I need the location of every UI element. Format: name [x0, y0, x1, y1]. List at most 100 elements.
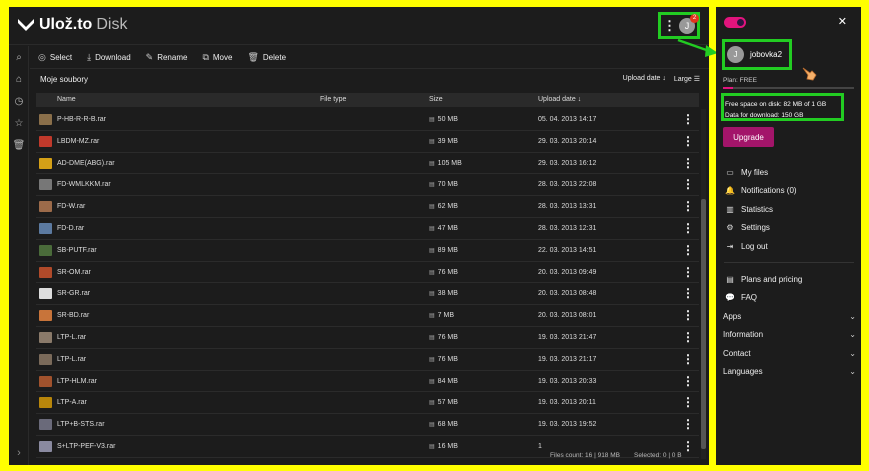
- username: jobovka2: [750, 50, 783, 59]
- file-size-value: 76 MB: [437, 355, 458, 363]
- more-vertical-icon[interactable]: ⋮: [682, 395, 694, 409]
- menu-settings[interactable]: ⚙ Settings: [725, 219, 855, 238]
- column-upload-date[interactable]: Upload date ↓: [538, 96, 581, 103]
- table-row[interactable]: P-HB-R-R-B.rar ▤ 50 MB 05. 04. 2013 14:17 ⋮: [36, 109, 699, 131]
- file-icon: ▤: [429, 291, 435, 298]
- file-icon: ▤: [429, 117, 435, 123]
- table-row[interactable]: LTP-L.rar ▤ 76 MB 19. 03. 2013 21:17 ⋮: [36, 349, 699, 371]
- menu-notifications[interactable]: 🔔 Notifications (0): [725, 182, 855, 201]
- scrollbar-thumb[interactable]: [701, 199, 706, 449]
- file-icon: ▤: [429, 247, 435, 254]
- table-row[interactable]: SR-GR.rar ▤ 38 MB 20. 03. 2013 08:48 ⋮: [36, 283, 699, 306]
- file-size: ▤ 76 MB: [429, 356, 458, 363]
- upload-date: 20. 03. 2013 08:48: [538, 290, 597, 298]
- more-vertical-icon[interactable]: ⋮: [682, 439, 694, 453]
- move-button[interactable]: ⧉ Move: [202, 52, 232, 63]
- more-vertical-icon[interactable]: ⋮: [682, 243, 694, 257]
- file-thumbnail: [39, 419, 52, 431]
- table-row[interactable]: LTP-HLM.rar ▤ 84 MB 19. 03. 2013 20:33 ⋮: [36, 371, 699, 393]
- accordion-apps[interactable]: Apps ⌄: [723, 307, 856, 326]
- menu-plans-pricing[interactable]: ▤ Plans and pricing: [725, 270, 855, 289]
- file-name: LTP-L.rar: [57, 333, 87, 341]
- file-size: ▤ 38 MB: [429, 290, 458, 297]
- account-menu-button[interactable]: ⋮ J 2: [658, 12, 700, 39]
- logo[interactable]: Ulož.to Disk: [17, 16, 127, 34]
- file-name: FD-WMLKKM.rar: [57, 181, 111, 189]
- column-size[interactable]: Size: [429, 96, 443, 103]
- more-vertical-icon[interactable]: ⋮: [682, 156, 694, 170]
- accordion-information[interactable]: Information ⌄: [723, 326, 856, 345]
- more-vertical-icon[interactable]: ⋮: [682, 352, 694, 366]
- download-button[interactable]: ⤓ Download: [87, 52, 131, 63]
- delete-button[interactable]: 🗑 Delete: [247, 52, 286, 63]
- file-icon: ▤: [429, 269, 435, 276]
- menu-statistics[interactable]: ▥ Statistics: [725, 200, 855, 219]
- upgrade-button[interactable]: Upgrade: [723, 127, 774, 147]
- table-row[interactable]: AD-DME(ABG).rar ▤ 105 MB 29. 03. 2013 16:12…: [36, 153, 699, 175]
- table-row[interactable]: SR-BD.rar ▤ 7 MB 20. 03. 2013 08:01 ⋮: [36, 305, 699, 327]
- clock-icon[interactable]: ◷: [9, 90, 29, 112]
- menu-log-out[interactable]: ⇥ Log out: [725, 237, 855, 256]
- account-menu: ▭ My files 🔔 Notifications (0) ▥ Statistics…: [725, 163, 855, 256]
- trash-icon[interactable]: 🗑: [9, 134, 29, 156]
- table-row[interactable]: LTP+B-STS.rar ▤ 68 MB 19. 03. 2013 19:52 ⋮: [36, 414, 699, 436]
- selected-count: Selected: 0 | 0 B: [633, 452, 682, 459]
- more-vertical-icon[interactable]: ⋮: [682, 265, 694, 279]
- accordion-languages[interactable]: Languages ⌄: [723, 363, 856, 382]
- more-vertical-icon[interactable]: ⋮: [682, 112, 694, 126]
- table-row[interactable]: SR-OM.rar ▤ 76 MB 20. 03. 2013 09:49 ⋮: [36, 262, 699, 284]
- more-vertical-icon[interactable]: ⋮: [682, 177, 694, 191]
- more-vertical-icon[interactable]: ⋮: [682, 308, 694, 322]
- star-icon[interactable]: ☆: [9, 112, 29, 134]
- file-icon: ▤: [429, 422, 435, 429]
- home-icon[interactable]: ⌂: [9, 68, 29, 90]
- sort-select[interactable]: Upload date ↓: [623, 75, 666, 83]
- file-size-value: 47 MB: [437, 224, 458, 232]
- menu-label: Notifications (0): [741, 186, 797, 196]
- card-icon: ▤: [726, 274, 734, 284]
- delete-label: Delete: [262, 52, 287, 62]
- table-row[interactable]: FD-W.rar ▤ 62 MB 28. 03. 2013 13:31 ⋮: [36, 196, 699, 218]
- column-file-type[interactable]: File type: [320, 96, 346, 103]
- menu-my-files[interactable]: ▭ My files: [725, 163, 855, 182]
- more-vertical-icon[interactable]: ⋮: [682, 221, 694, 235]
- more-vertical-icon[interactable]: ⋮: [682, 134, 694, 148]
- more-vertical-icon[interactable]: ⋮: [682, 417, 694, 431]
- user-profile[interactable]: J jobovka2: [722, 39, 792, 70]
- table-row[interactable]: LBDM-MZ.rar ▤ 39 MB 29. 03. 2013 20:14 ⋮: [36, 131, 699, 153]
- left-sidebar: ⌕ ⌂ ◷ ☆ 🗑 ›: [9, 46, 29, 465]
- file-size: ▤ 39 MB: [429, 138, 458, 145]
- table-row[interactable]: LTP-A.rar ▤ 57 MB 19. 03. 2013 20:11 ⋮: [36, 392, 699, 415]
- menu-faq[interactable]: 💬 FAQ: [725, 289, 855, 308]
- more-vertical-icon[interactable]: ⋮: [682, 199, 694, 213]
- scrollbar[interactable]: [701, 109, 706, 459]
- search-icon[interactable]: ⌕: [9, 46, 29, 68]
- more-vertical-icon[interactable]: ⋮: [682, 374, 694, 388]
- more-vertical-icon[interactable]: ⋮: [663, 19, 676, 32]
- theme-toggle[interactable]: [724, 17, 746, 28]
- table-row[interactable]: FD-D.rar ▤ 47 MB 28. 03. 2013 12:31 ⋮: [36, 218, 699, 240]
- file-thumbnail: [39, 288, 52, 300]
- rename-button[interactable]: ✎ Rename: [146, 52, 188, 63]
- bar-chart-icon: ▥: [726, 204, 734, 214]
- column-name[interactable]: Name: [57, 96, 76, 103]
- more-vertical-icon[interactable]: ⋮: [682, 330, 694, 344]
- avatar[interactable]: J 2: [679, 13, 699, 34]
- file-size: ▤ 105 MB: [429, 160, 462, 167]
- table-row[interactable]: FD-WMLKKM.rar ▤ 70 MB 28. 03. 2013 22:08 ⋮: [36, 174, 699, 197]
- file-size-value: 76 MB: [437, 268, 458, 276]
- close-icon[interactable]: ✕: [838, 15, 847, 28]
- accordion-contact[interactable]: Contact ⌄: [723, 344, 856, 363]
- move-icon: ⧉: [202, 51, 209, 62]
- expand-sidebar-icon[interactable]: ›: [9, 447, 29, 459]
- avatar: J: [727, 46, 744, 63]
- file-name: LTP-L.rar: [57, 355, 87, 363]
- breadcrumb[interactable]: Moje soubory: [40, 75, 88, 84]
- more-vertical-icon[interactable]: ⋮: [682, 286, 694, 300]
- view-select[interactable]: Large ☰: [674, 75, 700, 83]
- table-row[interactable]: LTP-L.rar ▤ 76 MB 19. 03. 2013 21:47 ⋮: [36, 327, 699, 349]
- file-size: ▤ 76 MB: [429, 334, 458, 341]
- table-row[interactable]: SB-PUTF.rar ▤ 89 MB 22. 03. 2013 14:51 ⋮: [36, 240, 699, 262]
- upload-date: 29. 03. 2013 20:14: [538, 137, 597, 145]
- select-button[interactable]: ◎ Select: [38, 52, 72, 63]
